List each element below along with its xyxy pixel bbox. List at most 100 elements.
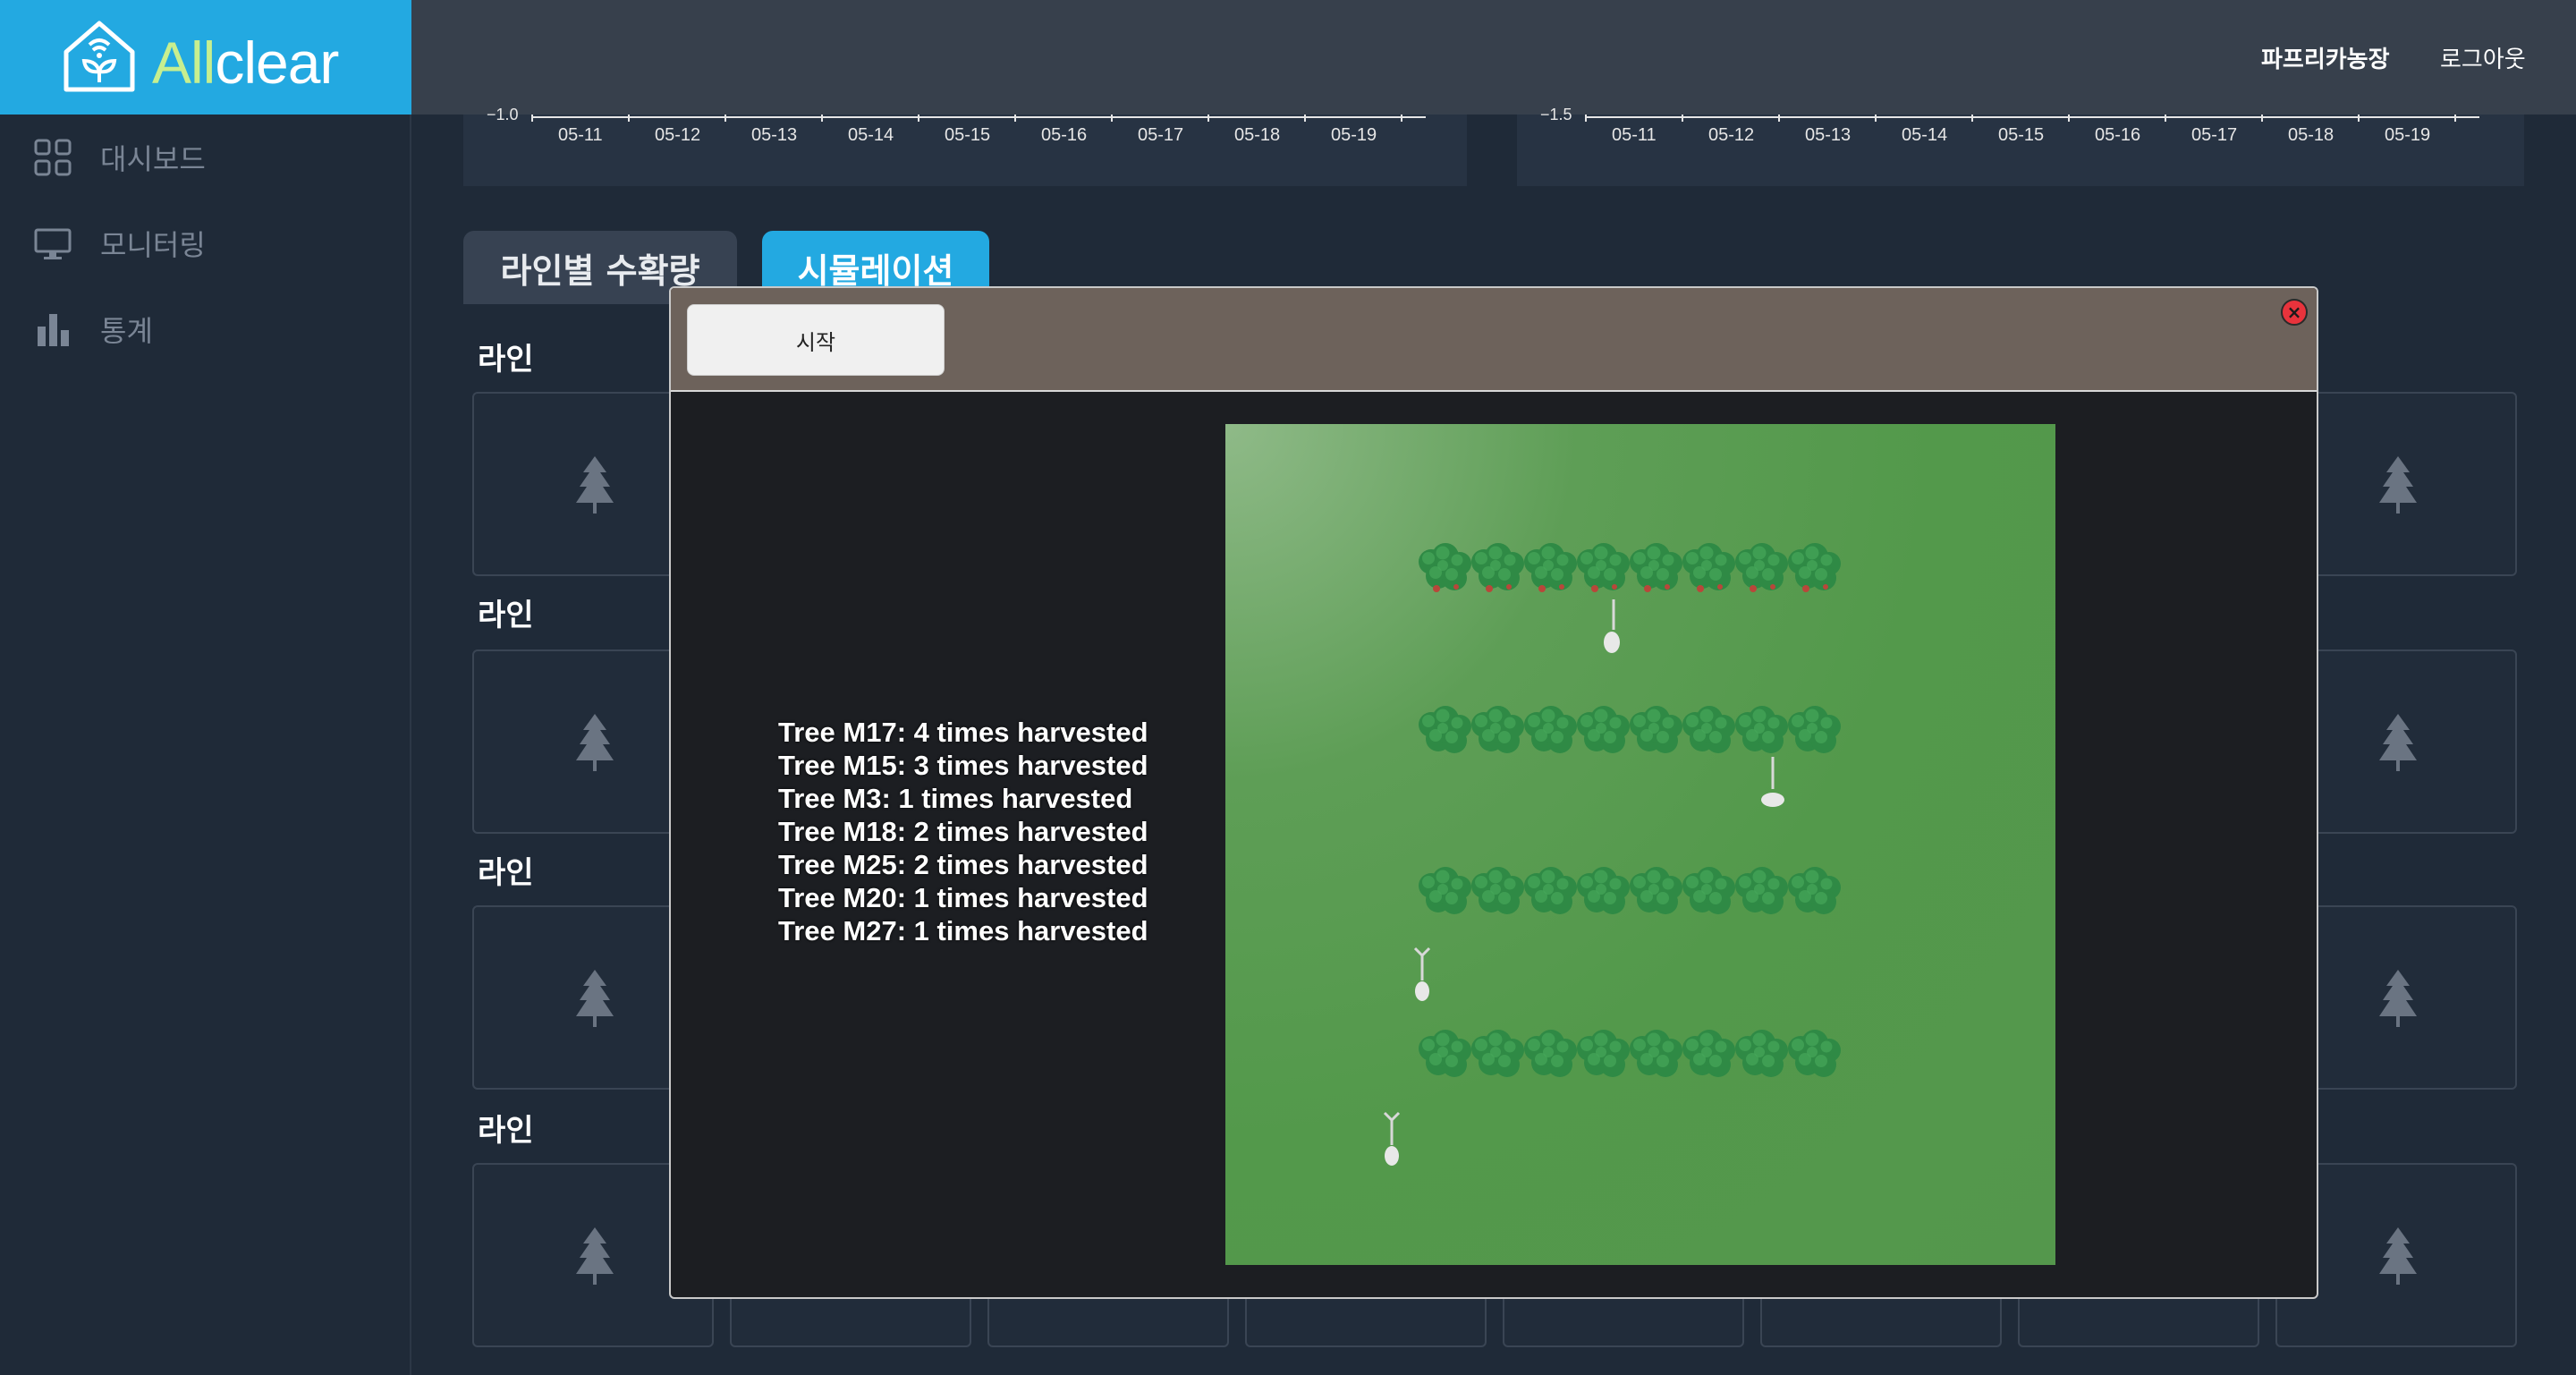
field-tree [1471, 866, 1525, 925]
field-tree [1524, 542, 1578, 601]
line-label: 라인 [478, 598, 534, 633]
x-axis-tick-label: 05-18 [1234, 125, 1281, 145]
tree-icon [1419, 1030, 1471, 1077]
tree-icon [1524, 1030, 1577, 1077]
line-label: 라인 [478, 1113, 534, 1149]
tree-icon [1630, 867, 1682, 914]
tree-icon [1577, 867, 1630, 914]
x-axis-tick [1778, 115, 1780, 122]
simulation-field [1225, 424, 2055, 1265]
sidebar-item-label: 모니터링 [100, 228, 206, 262]
logout-button[interactable]: 로그아웃 [2440, 41, 2526, 74]
field-tree [1471, 705, 1525, 764]
x-axis-tick [531, 115, 533, 122]
tree-icon [2379, 1227, 2417, 1285]
x-axis-tick [724, 115, 726, 122]
x-axis-tick [1014, 115, 1016, 122]
field-tree [1524, 705, 1578, 764]
close-icon[interactable]: × [2281, 299, 2308, 326]
field-tree [1524, 866, 1578, 925]
logo[interactable]: Allclear [0, 0, 411, 115]
line-label: 라인 [478, 855, 534, 891]
field-tree [1630, 1029, 1683, 1088]
x-axis-tick [2261, 115, 2263, 122]
x-axis-tick-label: 05-14 [848, 125, 894, 145]
field-tree [1682, 866, 1736, 925]
field-tree [1419, 1029, 1472, 1088]
harvest-robot-icon [1413, 946, 1431, 1001]
tree-icon [1630, 543, 1682, 592]
tree-icon [1682, 543, 1735, 592]
farm-name[interactable]: 파프리카농장 [2261, 41, 2390, 74]
field-tree-row [1419, 1029, 1841, 1088]
x-axis-tick-label: 05-16 [1041, 125, 1088, 145]
tree-icon [1735, 1030, 1788, 1077]
sidebar-item-label: 통계 [100, 314, 153, 348]
field-tree [1630, 705, 1683, 764]
field-tree [1577, 866, 1631, 925]
tree-icon [1524, 706, 1577, 753]
x-axis-tick [628, 115, 630, 122]
tree-icon [1735, 867, 1788, 914]
field-tree-row [1419, 866, 1841, 925]
field-tree [1788, 705, 1842, 764]
tree-icon [576, 714, 614, 771]
x-axis-tick-label: 05-17 [1138, 125, 1184, 145]
x-axis-tick [1111, 115, 1113, 122]
start-button[interactable]: 시작 [687, 304, 945, 376]
field-tree [1735, 705, 1789, 764]
field-tree [1419, 705, 1472, 764]
harvest-robot-icon [1604, 599, 1620, 653]
x-axis-tick [2068, 115, 2070, 122]
chart-left: −1.0 05-11 05-12 05-13 05-14 05-15 05-16 05-17… [463, 106, 1467, 186]
y-axis-min-label: −1.0 [487, 106, 519, 123]
tree-icon [1630, 706, 1682, 753]
bar-chart-icon [38, 314, 69, 346]
sidebar: 대시보드 모니터링 통계 [0, 115, 411, 1375]
harvest-log-item: Tree M15: 3 times harvested [778, 750, 1148, 781]
tree-icon [1788, 706, 1841, 753]
sidebar-item-statistics[interactable]: 통계 [34, 302, 153, 356]
field-tree [1577, 1029, 1631, 1088]
field-tree-row [1419, 705, 1841, 764]
field-tree [1735, 542, 1789, 601]
tree-icon [1630, 1030, 1682, 1077]
tree-icon [1471, 867, 1524, 914]
monitor-icon [34, 228, 72, 259]
tree-icon [2379, 714, 2417, 771]
tree-icon [1471, 1030, 1524, 1077]
sidebar-item-dashboard[interactable]: 대시보드 [34, 131, 206, 184]
tree-icon [1419, 543, 1471, 592]
harvest-robot-icon [1383, 1111, 1401, 1166]
field-tree [1577, 542, 1631, 601]
x-axis-tick-label: 05-18 [2288, 125, 2334, 145]
field-tree [1682, 542, 1736, 601]
field-tree [1419, 866, 1472, 925]
field-tree [1577, 705, 1631, 764]
tree-icon [1577, 1030, 1630, 1077]
tree-icon [1471, 543, 1524, 592]
field-tree [1471, 542, 1525, 601]
x-axis [531, 115, 1426, 118]
x-axis-tick [2165, 115, 2166, 122]
field-tree [1788, 1029, 1842, 1088]
field-tree [1735, 1029, 1789, 1088]
x-axis [1585, 115, 2479, 118]
sidebar-item-label: 대시보드 [100, 142, 206, 176]
tree-icon [1577, 706, 1630, 753]
field-tree [1788, 542, 1842, 601]
x-axis-tick [918, 115, 919, 122]
field-tree [1630, 866, 1683, 925]
field-tree [1788, 866, 1842, 925]
top-header: Allclear 파프리카농장 로그아웃 [0, 0, 2576, 115]
tree-icon [1682, 867, 1735, 914]
sidebar-item-monitoring[interactable]: 모니터링 [34, 216, 206, 270]
logo-text: Allclear [152, 29, 339, 97]
field-tree [1735, 866, 1789, 925]
x-axis-tick-label: 05-11 [1612, 125, 1657, 145]
tree-icon [576, 1227, 614, 1285]
tree-icon [1788, 1030, 1841, 1077]
y-axis-min-label: −1.5 [1540, 106, 1572, 123]
harvest-log-item: Tree M3: 1 times harvested [778, 783, 1133, 814]
tree-icon [576, 970, 614, 1027]
